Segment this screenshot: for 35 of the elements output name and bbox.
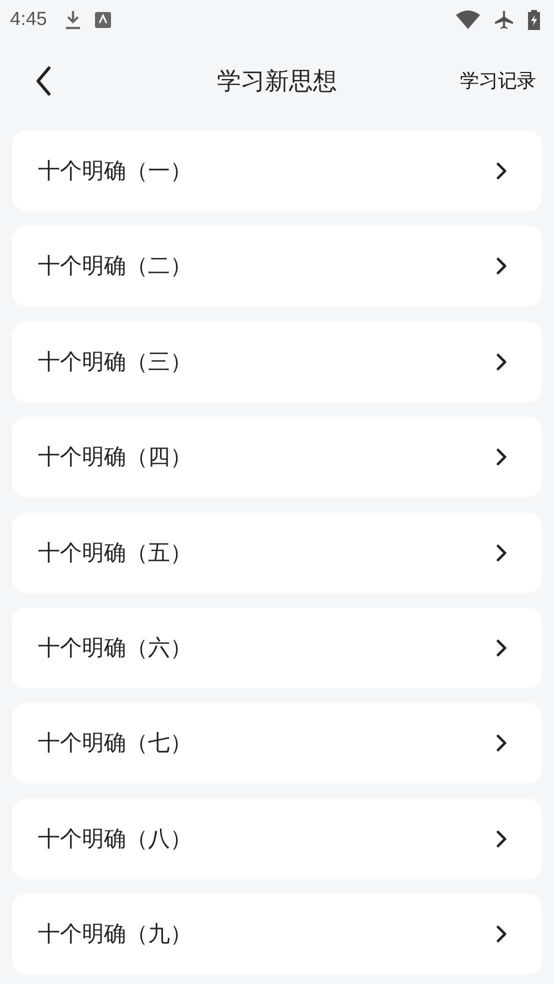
item-label: 十个明确（八）: [38, 826, 192, 854]
chevron-right-icon: [496, 257, 508, 276]
list-item-card[interactable]: 十个明确（八）: [12, 798, 542, 879]
item-label: 十个明确（九）: [38, 921, 192, 950]
item-label: 十个明确（二）: [38, 253, 192, 282]
item-label: 十个明确（六）: [38, 634, 192, 663]
battery-charging-icon: [528, 10, 540, 30]
list-item-card[interactable]: 十个明确（六）: [12, 608, 542, 688]
chevron-right-icon: [496, 544, 508, 562]
airplane-icon: [494, 10, 514, 30]
download-icon: [64, 10, 81, 30]
item-label: 十个明确（三）: [38, 348, 192, 377]
list-item-card[interactable]: 十个明确（九）: [12, 894, 542, 974]
item-label: 十个明确（一）: [38, 158, 192, 186]
chevron-right-icon: [496, 638, 508, 657]
list-item-card[interactable]: 十个明确（二）: [12, 226, 542, 306]
chevron-right-icon: [496, 448, 508, 466]
item-label: 十个明确（四）: [38, 444, 192, 472]
chevron-right-icon: [496, 734, 508, 752]
list-item-card[interactable]: 十个明确（三）: [12, 322, 542, 402]
list-item-card[interactable]: 十个明确（四）: [12, 417, 542, 498]
keyboard-app-icon: [94, 12, 111, 28]
chevron-right-icon: [496, 352, 508, 371]
item-label: 十个明确（五）: [38, 540, 192, 568]
status-time: 4:45: [10, 9, 47, 31]
list-item-card[interactable]: 十个明确（五）: [12, 512, 542, 593]
list-item-card[interactable]: 十个明确（一）: [12, 131, 542, 211]
chevron-right-icon: [496, 162, 508, 180]
list-item-card[interactable]: 十个明确（七）: [12, 703, 542, 784]
item-label: 十个明确（七）: [38, 730, 192, 758]
study-record-link[interactable]: 学习记录: [460, 68, 536, 94]
wifi-icon: [456, 10, 480, 30]
page-title: 学习新思想: [217, 66, 337, 97]
chevron-right-icon: [496, 925, 508, 944]
chevron-right-icon: [496, 830, 508, 848]
